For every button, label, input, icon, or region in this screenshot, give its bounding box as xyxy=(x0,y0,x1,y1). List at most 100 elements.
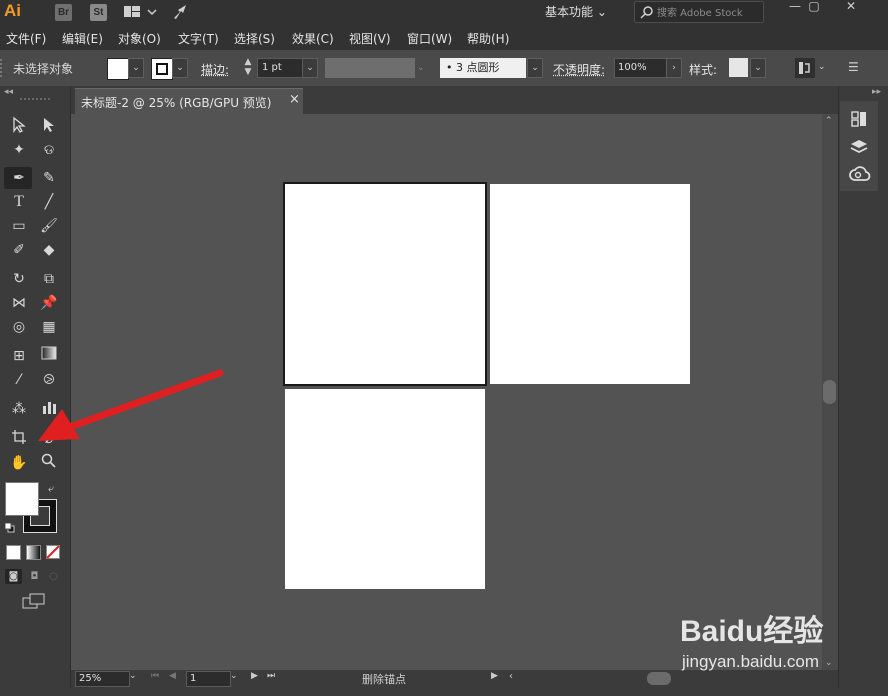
stroke-swatch[interactable] xyxy=(151,58,173,80)
scroll-left-icon[interactable]: ‹ xyxy=(509,671,513,682)
creative-cloud-icon[interactable] xyxy=(849,165,871,186)
search-stock-input[interactable]: 搜索 Adobe Stock xyxy=(634,1,764,23)
curvature-tool-icon[interactable]: ✎ xyxy=(38,168,60,188)
artboard-3[interactable] xyxy=(285,389,485,589)
graphic-style-dropdown[interactable]: ⌄ xyxy=(750,58,766,78)
close-tab-icon[interactable]: × xyxy=(289,92,300,107)
magic-wand-icon[interactable]: ✦ xyxy=(8,140,30,160)
zoom-dropdown[interactable]: ⌄ xyxy=(129,671,137,681)
last-artboard-icon[interactable]: ⏭ xyxy=(267,671,275,681)
gpu-performance-icon[interactable] xyxy=(172,3,192,24)
workspace-switcher[interactable]: 基本功能 ⌄ xyxy=(545,3,607,20)
eraser-icon[interactable]: ◆ xyxy=(38,240,60,260)
variable-width-profile[interactable] xyxy=(325,58,415,78)
vertical-scroll-thumb[interactable] xyxy=(823,380,836,404)
previous-artboard-icon[interactable]: ◀ xyxy=(169,671,176,681)
scale-icon[interactable]: ⧉ xyxy=(38,269,60,289)
scroll-up-icon[interactable]: ⌃ xyxy=(825,116,833,126)
symbol-sprayer-icon[interactable]: ⁂ xyxy=(8,399,30,419)
selection-tool-icon[interactable] xyxy=(8,116,30,136)
gradient-icon[interactable] xyxy=(38,346,60,366)
next-artboard-icon[interactable]: ▶ xyxy=(251,671,258,681)
swap-colors-icon[interactable]: ⤶ xyxy=(48,482,54,496)
opacity-label[interactable]: 不透明度: xyxy=(553,61,605,78)
artboard-1[interactable] xyxy=(283,182,487,386)
menu-file[interactable]: 文件(F) xyxy=(6,30,46,47)
none-mode-icon[interactable] xyxy=(46,545,60,559)
layers-icon[interactable] xyxy=(849,137,869,160)
fill-swatch[interactable] xyxy=(107,58,129,80)
artboard-2[interactable] xyxy=(490,184,690,384)
arrange-documents-icon[interactable] xyxy=(123,4,157,23)
paintbrush-icon[interactable]: 🖌 xyxy=(38,216,60,236)
opacity-input[interactable]: 100% xyxy=(614,58,667,78)
menu-window[interactable]: 窗口(W) xyxy=(407,30,452,47)
draw-normal-icon[interactable]: ◙ xyxy=(5,569,22,584)
vertical-scrollbar[interactable]: ⌃ ⌄ xyxy=(822,114,838,670)
menu-help[interactable]: 帮助(H) xyxy=(467,30,509,47)
menu-object[interactable]: 对象(O) xyxy=(118,30,161,47)
artboard-number-input[interactable]: 1 xyxy=(186,671,231,687)
eyedropper-icon[interactable]: ⁄ xyxy=(8,370,30,390)
document-setup-dropdown[interactable]: ⌄ xyxy=(818,62,826,72)
first-artboard-icon[interactable]: ⏮ xyxy=(151,671,159,681)
stroke-stepper[interactable]: ▲ ▼ xyxy=(241,57,255,79)
stroke-dropdown[interactable]: ⌄ xyxy=(172,58,188,78)
maximize-button[interactable]: ▢ xyxy=(797,0,831,14)
graphic-style-swatch[interactable] xyxy=(729,58,748,77)
gradient-mode-icon[interactable] xyxy=(26,545,41,560)
status-menu-icon[interactable]: ▶ xyxy=(491,671,498,681)
menu-view[interactable]: 视图(V) xyxy=(349,30,391,47)
puppet-warp-icon[interactable]: 📌 xyxy=(38,293,60,313)
rotate-icon[interactable]: ↻ xyxy=(8,269,30,289)
stroke-label[interactable]: 描边: xyxy=(201,61,229,78)
screen-mode-icon[interactable] xyxy=(22,593,46,612)
mesh-icon[interactable]: ⊞ xyxy=(8,346,30,366)
menu-type[interactable]: 文字(T) xyxy=(178,30,219,47)
zoom-level-input[interactable]: 25% xyxy=(75,671,130,687)
document-tab[interactable]: 未标题-2 @ 25% (RGB/GPU 预览) × xyxy=(75,88,303,115)
shaper-tool-icon[interactable]: ✐ xyxy=(8,240,30,260)
document-setup-icon[interactable] xyxy=(795,58,815,78)
type-tool-icon[interactable]: T xyxy=(8,192,30,212)
tools-panel-grip[interactable] xyxy=(20,98,50,102)
brush-dropdown[interactable]: ⌄ xyxy=(527,58,543,78)
opacity-arrow[interactable]: › xyxy=(666,58,682,78)
bottom-strip xyxy=(0,688,888,696)
shape-builder-icon[interactable]: ◎ xyxy=(8,317,30,337)
stock-button[interactable]: St xyxy=(90,4,107,21)
color-mode-icon[interactable] xyxy=(6,545,21,560)
panel-menu-icon[interactable]: ☰ xyxy=(848,60,859,74)
hand-icon[interactable]: ✋ xyxy=(8,453,30,473)
close-window-button[interactable]: ✕ xyxy=(834,0,868,14)
artboard-tool-icon[interactable] xyxy=(8,429,30,449)
menu-select[interactable]: 选择(S) xyxy=(234,30,275,47)
zoom-icon[interactable] xyxy=(38,453,60,473)
fill-color-box[interactable] xyxy=(5,482,39,516)
horizontal-scroll-thumb[interactable] xyxy=(647,672,671,685)
stroke-weight-input[interactable]: 1 pt xyxy=(257,58,307,78)
menu-effect[interactable]: 效果(C) xyxy=(292,30,334,47)
line-tool-icon[interactable]: ╱ xyxy=(38,192,60,212)
expand-panels-icon[interactable]: ▸▸ xyxy=(872,87,881,97)
rectangle-tool-icon[interactable]: ▭ xyxy=(8,216,30,236)
draw-behind-icon[interactable]: ◘ xyxy=(27,569,42,584)
collapse-panel-icon[interactable]: ◂◂ xyxy=(4,87,13,97)
pen-tool-icon[interactable]: ✒ xyxy=(8,168,30,188)
brush-definition[interactable]: • 3 点圆形 xyxy=(440,58,526,78)
scroll-down-icon[interactable]: ⌄ xyxy=(825,658,833,668)
stroke-weight-dropdown[interactable]: ⌄ xyxy=(302,58,318,78)
draw-inside-icon[interactable]: ◌ xyxy=(46,569,61,584)
menu-edit[interactable]: 编辑(E) xyxy=(62,30,103,47)
bridge-button[interactable]: Br xyxy=(55,4,72,21)
libraries-icon[interactable] xyxy=(849,109,869,132)
fill-dropdown[interactable]: ⌄ xyxy=(128,58,144,78)
variable-width-dropdown[interactable]: ⌄ xyxy=(417,58,431,78)
width-tool-icon[interactable]: ⋈ xyxy=(8,293,30,313)
default-colors-icon[interactable] xyxy=(4,522,15,533)
perspective-grid-icon[interactable]: ▦ xyxy=(38,317,60,337)
artboard-dropdown[interactable]: ⌄ xyxy=(230,671,238,681)
lasso-icon[interactable]: ଡ xyxy=(38,140,60,160)
direct-selection-tool-icon[interactable] xyxy=(38,116,60,136)
control-bar-grip[interactable] xyxy=(0,59,5,77)
